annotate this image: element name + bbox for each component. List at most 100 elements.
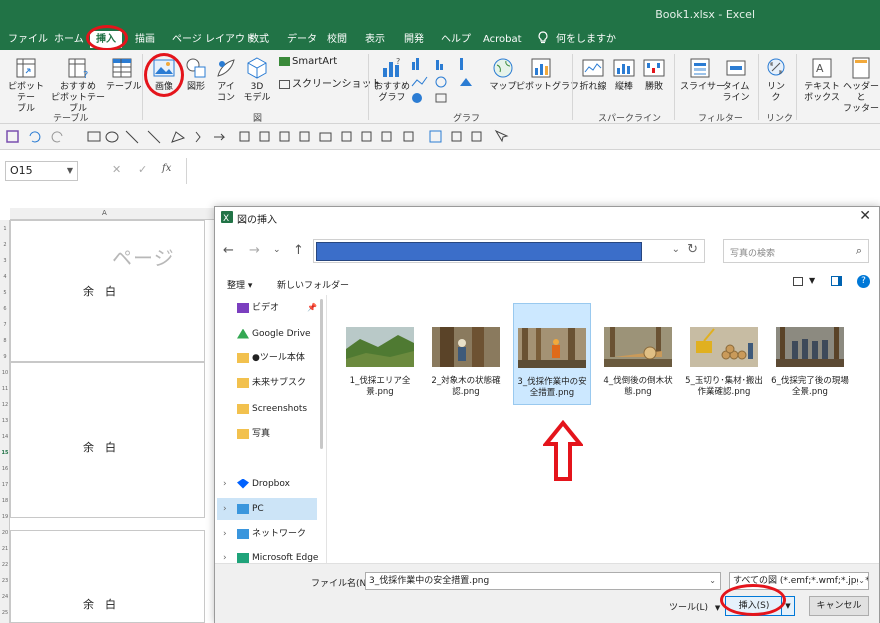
back-arrow-icon[interactable]: ← — [223, 243, 234, 258]
row-number[interactable]: 23 — [0, 578, 10, 584]
chevron-down-icon[interactable]: ⌄ — [858, 573, 865, 589]
pivot-table-button[interactable]: ピボットテー ブル — [4, 56, 48, 115]
organize-button[interactable]: 整理 ▾ — [227, 278, 252, 291]
row-number[interactable]: 17 — [0, 482, 10, 488]
row-number[interactable]: 5 — [0, 290, 10, 296]
nav-item-video[interactable]: ビデオ 📌 — [223, 297, 323, 319]
tab-file[interactable]: ファイル — [8, 31, 48, 48]
confirm-entry-icon[interactable]: ✓ — [138, 163, 147, 176]
row-number[interactable]: 21 — [0, 546, 10, 552]
recent-chevron-icon[interactable]: ⌄ — [273, 245, 281, 255]
sparkline-line-button[interactable]: 折れ線 — [578, 56, 608, 93]
filename-input[interactable]: 3_伐採作業中の安全措置.png ⌄ — [365, 572, 721, 590]
nav-item-screenshots[interactable]: Screenshots — [223, 398, 323, 420]
chevron-down-icon[interactable]: ⌄ — [709, 573, 716, 589]
timeline-button[interactable]: タイム ライン — [720, 56, 752, 104]
tab-formulas[interactable]: 数式 — [249, 31, 269, 48]
formula-input[interactable] — [186, 158, 880, 184]
file-item[interactable]: 1_伐採エリア全景.png — [341, 303, 419, 405]
chevron-right-icon[interactable]: › — [223, 473, 227, 495]
pivot-chart-button[interactable]: ピボットグラフ — [516, 56, 579, 93]
nav-item-google-drive[interactable]: Google Drive — [223, 323, 323, 345]
drawing-tools-icon-strip[interactable] — [0, 124, 880, 150]
page-block[interactable]: 余 白 — [10, 530, 205, 623]
tab-help[interactable]: ヘルプ — [441, 31, 471, 48]
nav-item-mirai-subsc[interactable]: 未来サブスク — [223, 372, 323, 394]
scrollbar-thumb[interactable] — [320, 299, 323, 449]
icons-button[interactable]: アイ コン — [212, 56, 240, 104]
up-arrow-icon[interactable]: ↑ — [293, 243, 304, 258]
row-number[interactable]: 22 — [0, 562, 10, 568]
file-item[interactable]: 5_玉切り･集材･搬出作業確認.png — [685, 303, 763, 405]
nav-item-dropbox[interactable]: › Dropbox — [223, 473, 323, 495]
tab-data[interactable]: データ — [287, 31, 317, 48]
preview-pane-icon[interactable] — [831, 276, 842, 286]
row-number[interactable]: 13 — [0, 418, 10, 424]
row-number[interactable]: 2 — [0, 242, 10, 248]
cancel-entry-icon[interactable]: ✕ — [112, 163, 121, 176]
row-number[interactable]: 12 — [0, 402, 10, 408]
chart-type-gallery[interactable] — [410, 56, 484, 106]
forward-arrow-icon[interactable]: → — [249, 243, 260, 258]
row-number[interactable]: 8 — [0, 338, 10, 344]
row-number[interactable]: 24 — [0, 594, 10, 600]
smartart-button[interactable]: SmartArt — [279, 56, 337, 67]
chevron-right-icon[interactable]: › — [223, 498, 227, 520]
chevron-down-icon[interactable]: ⌄ — [672, 244, 680, 255]
tab-acrobat[interactable]: Acrobat — [483, 31, 522, 48]
file-item[interactable]: 2_対象木の状態確認.png — [427, 303, 505, 405]
close-icon[interactable]: ✕ — [859, 208, 871, 224]
row-number[interactable]: 16 — [0, 466, 10, 472]
tools-menu[interactable]: ツール(L) ▼ — [669, 600, 720, 613]
refresh-icon[interactable]: ↻ — [687, 242, 698, 257]
column-header-a[interactable]: A — [102, 209, 107, 217]
tab-draw[interactable]: 描画 — [135, 31, 155, 48]
row-number[interactable]: 19 — [0, 514, 10, 520]
table-button[interactable]: テーブル — [106, 56, 141, 93]
screenshot-button[interactable]: スクリーンショット — [279, 75, 382, 90]
chevron-right-icon[interactable]: › — [223, 547, 227, 563]
tab-developer[interactable]: 開発 — [404, 31, 424, 48]
row-number[interactable]: 11 — [0, 386, 10, 392]
help-icon[interactable]: ? — [857, 275, 870, 288]
file-item[interactable]: 6_伐採完了後の現場全景.png — [771, 303, 849, 405]
row-number-active[interactable]: 15 — [0, 450, 10, 456]
recommended-chart-button[interactable]: ? おすすめ グラフ — [372, 56, 412, 104]
row-number[interactable]: 6 — [0, 306, 10, 312]
shapes-button[interactable]: 図形 — [180, 56, 212, 93]
cancel-button[interactable]: キャンセル — [809, 596, 869, 616]
link-button[interactable]: リン ク — [762, 56, 790, 104]
sparkline-winloss-button[interactable]: 勝敗 — [640, 56, 668, 93]
row-number[interactable]: 10 — [0, 370, 10, 376]
nav-item-photos[interactable]: 写真 — [223, 423, 323, 445]
map-button[interactable]: マップ — [486, 56, 520, 93]
textbox-button[interactable]: A テキスト ボックス — [802, 56, 842, 104]
nav-item-tool-folder[interactable]: ●ツール本体 — [223, 347, 323, 369]
address-bar[interactable]: ⌄ ↻ — [313, 239, 705, 263]
row-number[interactable]: 20 — [0, 530, 10, 536]
sparkline-column-button[interactable]: 縦棒 — [610, 56, 638, 93]
row-number[interactable]: 25 — [0, 610, 10, 616]
nav-item-pc[interactable]: › PC — [217, 498, 317, 520]
recommended-pivot-button[interactable]: ? おすすめ ピボットテーブル — [48, 56, 108, 115]
nav-item-edge[interactable]: › Microsoft Edge — [223, 547, 323, 563]
row-number[interactable]: 7 — [0, 322, 10, 328]
chevron-down-icon[interactable]: ▼ — [809, 276, 815, 285]
row-number[interactable]: 9 — [0, 354, 10, 360]
file-item-selected[interactable]: 3_伐採作業中の安全措置.png — [513, 303, 591, 405]
tab-view[interactable]: 表示 — [365, 31, 385, 48]
tab-review[interactable]: 校閲 — [327, 31, 347, 48]
header-footer-button[interactable]: ヘッダーと フッター — [842, 56, 880, 115]
page-block[interactable]: 余 白 — [10, 362, 205, 518]
row-number[interactable]: 3 — [0, 258, 10, 264]
nav-scrollbar[interactable] — [319, 295, 325, 563]
slicer-button[interactable]: スライサー — [680, 56, 725, 93]
row-number[interactable]: 4 — [0, 274, 10, 280]
row-number[interactable]: 18 — [0, 498, 10, 504]
name-box[interactable]: O15 ▼ — [5, 161, 78, 181]
function-icon[interactable]: fx — [162, 163, 171, 174]
tab-home[interactable]: ホーム — [54, 31, 84, 48]
row-number[interactable]: 14 — [0, 434, 10, 440]
tab-page-layout[interactable]: ページ レイアウト — [172, 31, 255, 48]
nav-item-network[interactable]: › ネットワーク — [223, 523, 323, 545]
